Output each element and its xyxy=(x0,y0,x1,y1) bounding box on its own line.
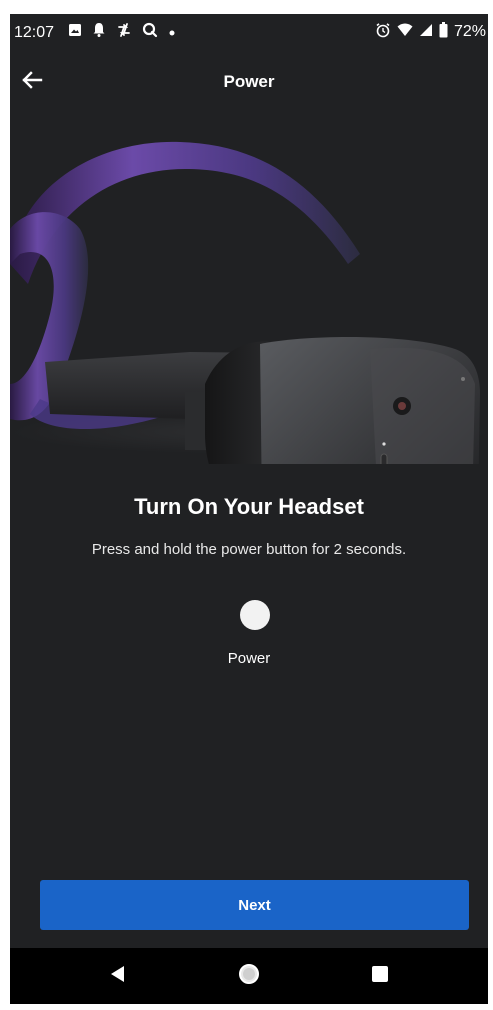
page-title: Power xyxy=(223,72,275,91)
nav-recents-button[interactable] xyxy=(360,956,400,996)
home-circle-icon xyxy=(238,963,260,990)
notification-icon xyxy=(92,22,106,43)
dot-icon xyxy=(168,22,176,42)
vr-headset-image xyxy=(10,114,488,546)
battery-icon xyxy=(439,21,448,43)
search-q-icon xyxy=(142,22,158,43)
power-button-indicator xyxy=(240,600,270,630)
next-button[interactable]: Next xyxy=(40,880,469,930)
status-icons-right: 72% xyxy=(375,21,486,43)
image-icon xyxy=(68,22,82,42)
phone-screen: 12:07 72% Power Turn On Your Headset Pre… xyxy=(10,14,488,1004)
system-nav-bar xyxy=(10,948,488,1004)
recents-square-icon xyxy=(371,965,389,988)
status-icons-left xyxy=(68,22,176,42)
signal-icon xyxy=(419,22,433,42)
back-triangle-icon xyxy=(109,965,127,988)
status-time: 12:07 xyxy=(14,24,55,41)
app-bar: Power xyxy=(10,54,488,110)
status-bar: 12:07 72% xyxy=(10,14,488,54)
power-label: Power xyxy=(227,650,271,667)
sync-icon xyxy=(116,22,132,43)
nav-home-button[interactable] xyxy=(229,956,269,996)
instruction-subtext: Press and hold the power button for 2 se… xyxy=(91,541,407,558)
nav-back-button[interactable] xyxy=(98,956,138,996)
wifi-icon xyxy=(397,22,413,42)
battery-percent: 72% xyxy=(453,23,486,40)
alarm-icon xyxy=(375,22,391,43)
instruction-heading: Turn On Your Headset xyxy=(134,494,364,519)
